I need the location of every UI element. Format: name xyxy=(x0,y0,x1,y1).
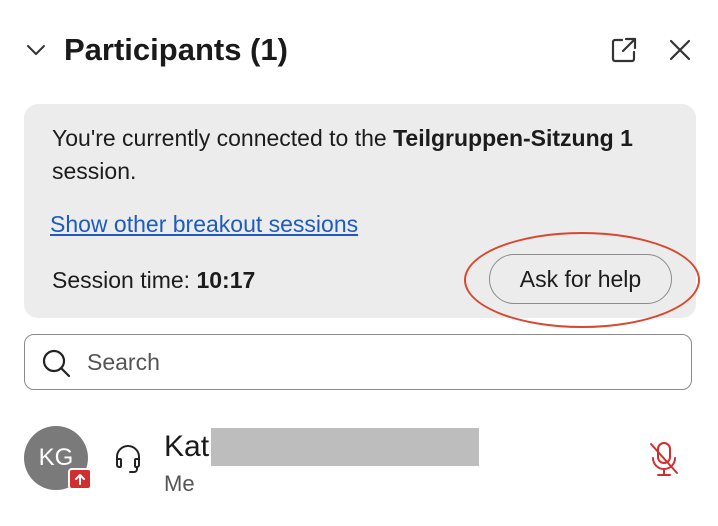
session-name: Teilgruppen-Sitzung 1 xyxy=(393,125,633,151)
close-button[interactable] xyxy=(664,34,696,66)
participant-row[interactable]: KG Kat Me xyxy=(0,412,718,512)
chevron-down-icon xyxy=(27,45,45,55)
search-icon xyxy=(42,349,71,378)
session-status-text: You're currently connected to the Teilgr… xyxy=(52,122,652,188)
ask-for-help-button[interactable]: Ask for help xyxy=(489,254,672,304)
search-box[interactable] xyxy=(24,334,692,390)
session-text-prefix: You're currently connected to the xyxy=(52,125,394,151)
session-time-value: 10:17 xyxy=(196,267,256,293)
show-other-sessions-link[interactable]: Show other breakout sessions xyxy=(50,208,358,240)
participants-panel: Participants (1) You're currently connec… xyxy=(0,0,718,526)
panel-title: Participants (1) xyxy=(64,32,288,67)
search-input[interactable] xyxy=(87,343,667,381)
panel-header: Participants (1) xyxy=(0,0,718,100)
participant-name: Kat xyxy=(164,430,210,463)
name-redaction xyxy=(211,428,479,466)
session-time-label: Session time: xyxy=(52,267,197,293)
participant-role: Me xyxy=(164,471,195,496)
session-time: Session time: 10:17 xyxy=(52,264,255,296)
share-badge-icon xyxy=(68,468,92,490)
popout-icon xyxy=(611,37,637,63)
headset-icon xyxy=(116,445,140,473)
session-text-suffix: session. xyxy=(52,158,137,184)
breakout-session-card: You're currently connected to the Teilgr… xyxy=(24,104,696,318)
collapse-button[interactable] xyxy=(22,36,50,64)
close-icon xyxy=(669,39,691,61)
microphone-muted-icon[interactable] xyxy=(646,440,682,478)
popout-button[interactable] xyxy=(608,34,640,66)
